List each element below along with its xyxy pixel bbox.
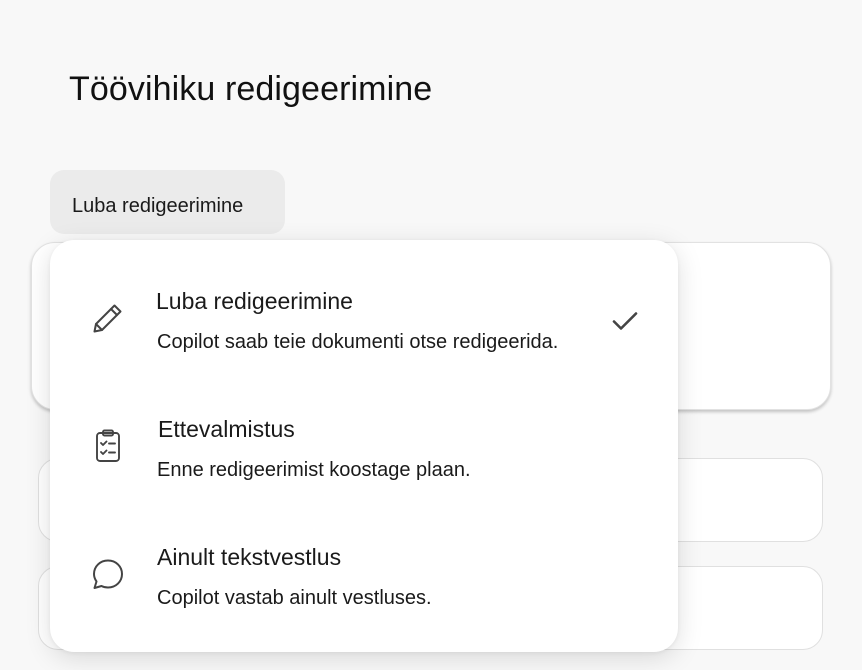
menu-option-text-chat-only[interactable]: Ainult tekstvestlus Copilot vastab ainul…: [50, 496, 678, 624]
pencil-icon: [90, 300, 126, 336]
edit-mode-dropdown-menu: Luba redigeerimine Copilot saab teie dok…: [50, 240, 678, 652]
chat-bubble-icon: [90, 556, 126, 592]
menu-option-title: Luba redigeerimine: [156, 288, 353, 314]
menu-option-description: Enne redigeerimist koostage plaan.: [157, 459, 471, 481]
menu-option-description: Copilot saab teie dokumenti otse redigee…: [157, 331, 559, 353]
checkmark-icon: [608, 304, 642, 338]
menu-option-description: Copilot vastab ainult vestluses.: [157, 587, 432, 609]
menu-option-title: Ainult tekstvestlus: [157, 544, 342, 570]
menu-option-allow-editing[interactable]: Luba redigeerimine Copilot saab teie dok…: [50, 240, 678, 368]
menu-option-preparation[interactable]: Ettevalmistus Enne redigeerimist koostag…: [50, 368, 678, 496]
clipboard-checklist-icon: [90, 428, 126, 464]
menu-option-title: Ettevalmistus: [158, 416, 295, 442]
edit-mode-button[interactable]: Luba redigeerimine: [50, 170, 285, 234]
page-title: Töövihiku redigeerimine: [69, 70, 433, 108]
